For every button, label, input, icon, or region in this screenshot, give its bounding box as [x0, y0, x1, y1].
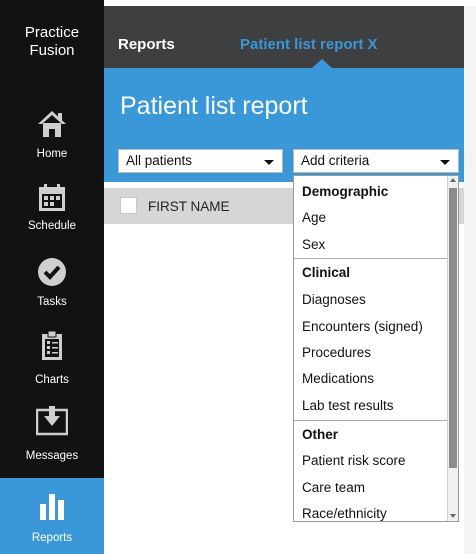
nav-item-tasks[interactable]: Tasks — [0, 256, 104, 330]
menu-item-age[interactable]: Age — [302, 210, 326, 225]
active-tab-caret — [312, 59, 332, 68]
patients-select[interactable]: All patients — [118, 149, 283, 173]
inbox-icon — [36, 406, 68, 436]
tab-patient-list-report[interactable]: Patient list report X — [240, 36, 378, 53]
menu-item-encounters-signed[interactable]: Encounters (signed) — [302, 319, 423, 334]
column-header-first-name[interactable]: FIRST NAME — [148, 199, 230, 214]
nav-label-reports: Reports — [31, 532, 73, 544]
window-edge — [464, 6, 476, 554]
brand-logo: Practice Fusion — [10, 24, 94, 60]
nav-label-messages: Messages — [25, 450, 79, 462]
checkmark-icon — [38, 258, 66, 286]
menu-group-demographic: Demographic — [302, 184, 389, 199]
page-title: Patient list report — [120, 92, 308, 120]
criteria-select[interactable]: Add criteria — [293, 149, 459, 173]
chevron-down-icon — [264, 160, 274, 165]
brand-line1: Practice — [24, 24, 80, 41]
menu-scrollbar[interactable] — [447, 176, 458, 521]
patients-select-value: All patients — [126, 153, 193, 168]
nav-label-charts: Charts — [35, 374, 69, 386]
nav-item-messages[interactable]: Messages — [0, 404, 104, 478]
menu-item-medications[interactable]: Medications — [302, 371, 374, 386]
menu-item-diagnoses[interactable]: Diagnoses — [302, 292, 366, 307]
chevron-down-icon — [440, 160, 450, 165]
brand-line2: Fusion — [29, 42, 75, 59]
nav-item-home[interactable]: Home — [0, 108, 104, 182]
nav-label-tasks: Tasks — [37, 296, 67, 308]
nav-item-charts[interactable]: Charts — [0, 330, 104, 404]
nav-item-reports[interactable]: Reports — [0, 478, 104, 554]
menu-group-other: Other — [302, 427, 339, 442]
menu-item-patient-risk-score[interactable]: Patient risk score — [302, 453, 406, 468]
clipboard-icon — [42, 330, 62, 360]
select-all-checkbox[interactable] — [120, 197, 137, 214]
scroll-up-arrow-icon[interactable] — [450, 178, 456, 182]
menu-divider — [294, 420, 449, 421]
nav-label-schedule: Schedule — [28, 220, 76, 232]
criteria-select-value: Add criteria — [301, 153, 370, 168]
menu-item-lab-test-results[interactable]: Lab test results — [302, 398, 394, 413]
scroll-thumb[interactable] — [449, 188, 457, 468]
sidebar-nav: Practice Fusion Home Schedule Tasks Char… — [0, 0, 104, 554]
menu-group-clinical: Clinical — [302, 265, 351, 280]
criteria-dropdown-menu: Demographic Age Sex Clinical Diagnoses E… — [293, 175, 459, 522]
home-icon — [38, 111, 66, 137]
top-tab-bar: Reports Patient list report X — [104, 6, 464, 68]
menu-item-care-team[interactable]: Care team — [302, 480, 365, 495]
calendar-icon — [39, 184, 65, 211]
nav-item-schedule[interactable]: Schedule — [0, 182, 104, 256]
bar-chart-icon — [40, 494, 64, 520]
nav-label-home: Home — [36, 148, 68, 160]
scroll-down-arrow-icon[interactable] — [450, 514, 456, 518]
menu-item-race-ethnicity[interactable]: Race/ethnicity — [302, 506, 387, 521]
menu-item-sex[interactable]: Sex — [302, 237, 325, 252]
tab-reports[interactable]: Reports — [118, 36, 175, 53]
menu-item-procedures[interactable]: Procedures — [302, 345, 371, 360]
menu-divider — [294, 258, 449, 259]
